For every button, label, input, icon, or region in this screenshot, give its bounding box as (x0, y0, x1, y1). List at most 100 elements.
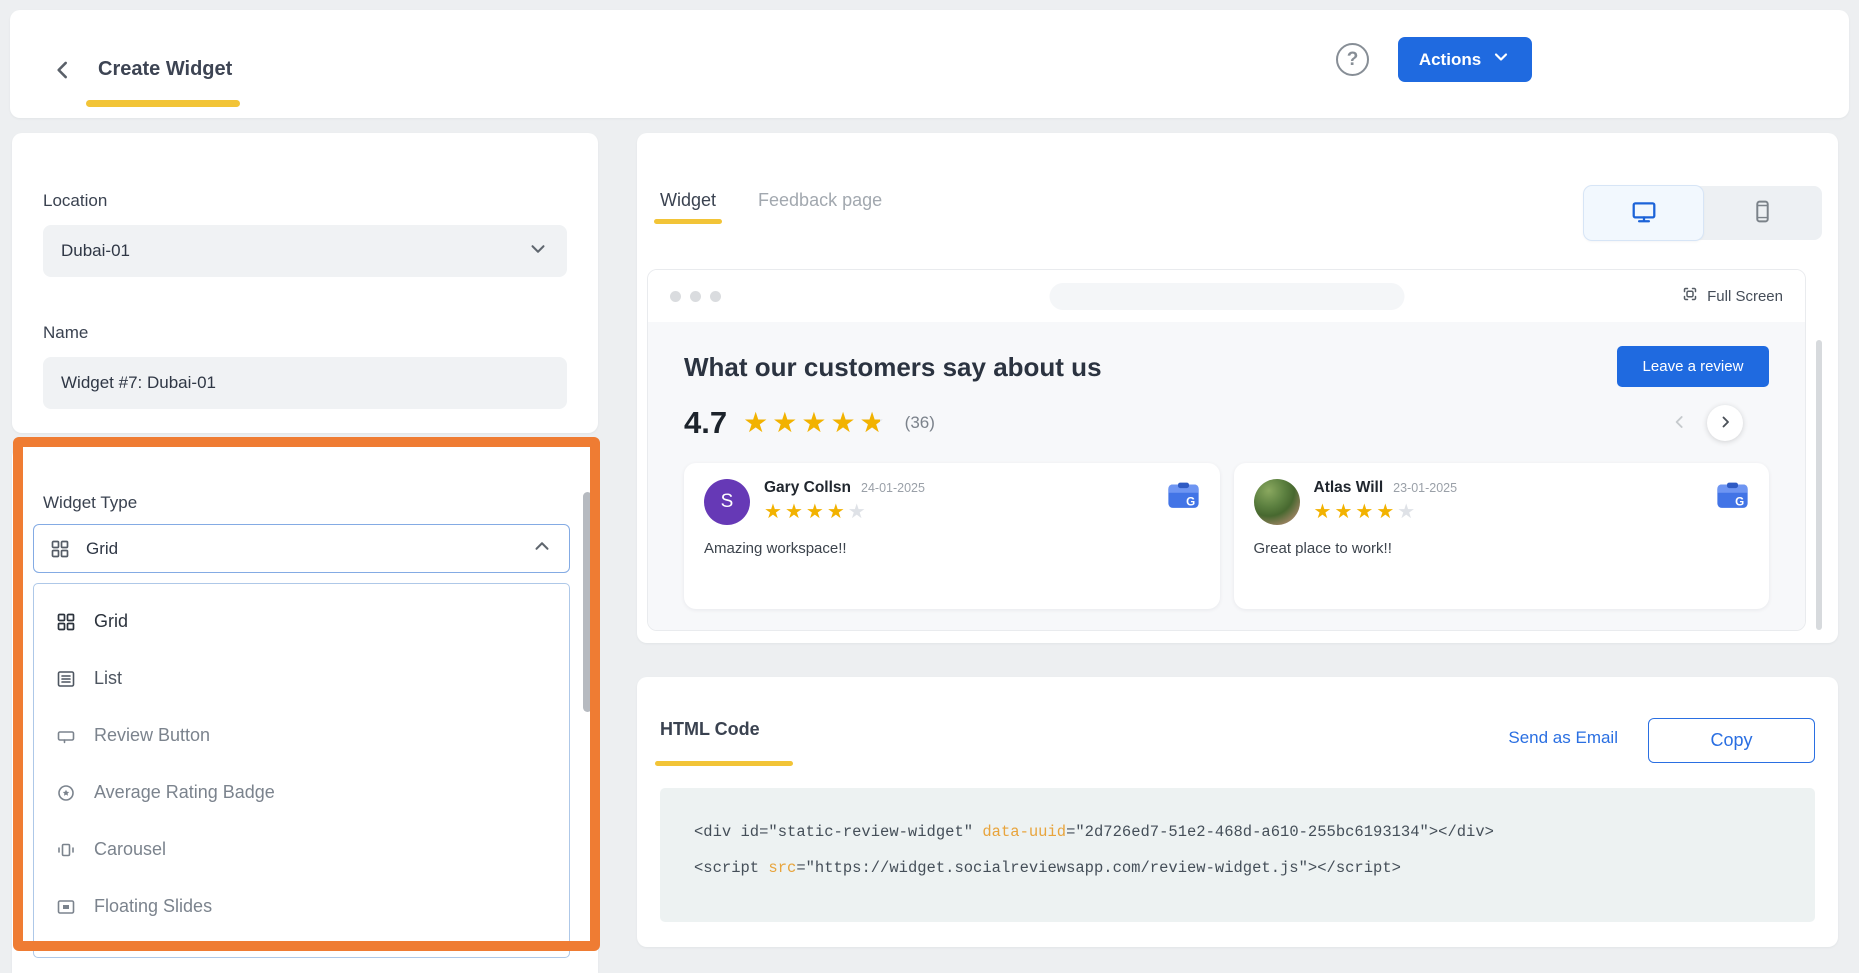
dropdown-option-average-rating-badge[interactable]: Average Rating Badge (34, 764, 569, 821)
chevron-down-icon (527, 238, 549, 265)
average-rating-badge-icon (56, 783, 76, 803)
window-dot (690, 291, 701, 302)
review-stars: ★★★★★ (1314, 500, 1458, 524)
device-toggle (1584, 186, 1822, 240)
carousel-icon (56, 840, 76, 860)
google-business-icon: G (1167, 479, 1200, 517)
location-label: Location (43, 191, 107, 211)
average-rating-value: 4.7 (684, 405, 727, 441)
chevron-down-icon (1491, 47, 1511, 72)
send-as-email-link[interactable]: Send as Email (1502, 727, 1624, 749)
browser-top-bar: Full Screen (648, 270, 1805, 322)
option-label: Carousel (94, 839, 166, 860)
leave-review-button[interactable]: Leave a review (1617, 346, 1769, 387)
name-input[interactable] (43, 357, 567, 409)
preview-scrollbar[interactable] (1816, 340, 1822, 630)
tab-feedback-page[interactable]: Feedback page (758, 190, 882, 224)
full-screen-label: Full Screen (1707, 288, 1783, 305)
window-dot (710, 291, 721, 302)
tab-widget[interactable]: Widget (660, 190, 716, 224)
dropdown-option-list[interactable]: List (34, 650, 569, 707)
desktop-view-button[interactable] (1584, 186, 1703, 240)
title-underline (86, 100, 240, 107)
option-label: List (94, 668, 122, 689)
review-button-icon (56, 726, 76, 746)
embed-code-block: <div id="static-review-widget" data-uuid… (660, 788, 1815, 922)
full-screen-button[interactable]: Full Screen (1675, 284, 1789, 308)
code-line: <script src="https://widget.socialreview… (694, 850, 1781, 886)
widget-heading: What our customers say about us (684, 352, 1102, 383)
window-dots (670, 291, 721, 302)
list-icon (56, 669, 76, 689)
review-stars: ★★★★★ (764, 500, 925, 524)
review-card: S Gary Collsn 24-01-2025 ★★★★★ G (684, 463, 1220, 609)
widget-type-label: Widget Type (43, 493, 137, 513)
widget-type-card: Widget Type Grid Grid List (12, 447, 598, 973)
widget-type-select[interactable]: Grid (33, 524, 570, 573)
chevron-up-icon (531, 535, 553, 562)
browser-preview: Full Screen What our customers say about… (647, 269, 1806, 631)
help-icon: ? (1347, 49, 1359, 71)
widget-type-dropdown: Grid List Review Button Average Rating B… (33, 583, 570, 958)
page-title: Create Widget (98, 58, 232, 81)
widget-preview-content: What our customers say about us Leave a … (648, 322, 1805, 631)
dropdown-option-floating-slides[interactable]: Floating Slides (34, 878, 569, 935)
chevron-left-icon (1670, 412, 1690, 435)
grid-icon (50, 539, 70, 559)
review-card: Atlas Will 23-01-2025 ★★★★★ G Great plac… (1234, 463, 1770, 609)
header-bar: Create Widget ? Actions (10, 10, 1849, 118)
mobile-view-button[interactable] (1703, 186, 1822, 240)
carousel-prev-button[interactable] (1665, 408, 1695, 438)
monitor-icon (1631, 199, 1657, 228)
option-label: Average Rating Badge (94, 782, 275, 803)
actions-button[interactable]: Actions (1398, 37, 1532, 82)
smartphone-icon (1750, 199, 1775, 227)
location-select-value: Dubai-01 (61, 241, 130, 261)
dropdown-option-review-button[interactable]: Review Button (34, 707, 569, 764)
google-business-icon: G (1716, 479, 1749, 517)
review-date: 24-01-2025 (861, 481, 925, 495)
fullscreen-icon (1681, 285, 1699, 307)
review-count: (36) (905, 413, 935, 433)
option-label: Grid (94, 611, 128, 632)
carousel-nav (1665, 405, 1743, 441)
create-widget-page: Create Widget ? Actions Location Dubai-0… (0, 0, 1859, 973)
svg-text:G: G (1735, 496, 1744, 509)
review-cards: S Gary Collsn 24-01-2025 ★★★★★ G (684, 463, 1769, 609)
carousel-next-button[interactable] (1707, 405, 1743, 441)
html-code-card: HTML Code Send as Email Copy <div id="st… (637, 677, 1838, 947)
title-underline (655, 761, 793, 766)
widget-type-select-value: Grid (86, 539, 118, 559)
copy-button[interactable]: Copy (1648, 718, 1815, 763)
help-button[interactable]: ? (1336, 43, 1369, 76)
panel-scrollbar[interactable] (583, 492, 592, 712)
option-label: Review Button (94, 725, 210, 746)
chevron-right-icon (1716, 413, 1734, 434)
back-button[interactable] (46, 54, 80, 88)
grid-icon (56, 612, 76, 632)
dropdown-option-grid[interactable]: Grid (34, 593, 569, 650)
avatar: S (704, 479, 750, 525)
dropdown-option-carousel[interactable]: Carousel (34, 821, 569, 878)
floating-slides-icon (56, 897, 76, 917)
avatar-photo (1254, 479, 1300, 525)
address-bar (1049, 283, 1404, 310)
review-text: Amazing workspace!! (704, 540, 1200, 557)
preview-card: Widget Feedback page (637, 133, 1838, 643)
review-date: 23-01-2025 (1393, 481, 1457, 495)
reviewer-name: Atlas Will (1314, 479, 1384, 497)
preview-tabs: Widget Feedback page (660, 190, 882, 224)
actions-button-label: Actions (1419, 50, 1481, 70)
chevron-left-icon (50, 57, 76, 86)
rating-stars: ★★★★★★ (743, 409, 889, 437)
reviewer-name: Gary Collsn (764, 479, 851, 497)
code-line: <div id="static-review-widget" data-uuid… (694, 814, 1781, 850)
name-label: Name (43, 323, 88, 343)
window-dot (670, 291, 681, 302)
location-select[interactable]: Dubai-01 (43, 225, 567, 277)
html-code-title: HTML Code (660, 719, 760, 740)
widget-settings-card: Location Dubai-01 Name (12, 133, 598, 433)
svg-text:G: G (1186, 496, 1195, 509)
review-text: Great place to work!! (1254, 540, 1750, 557)
option-label: Floating Slides (94, 896, 212, 917)
